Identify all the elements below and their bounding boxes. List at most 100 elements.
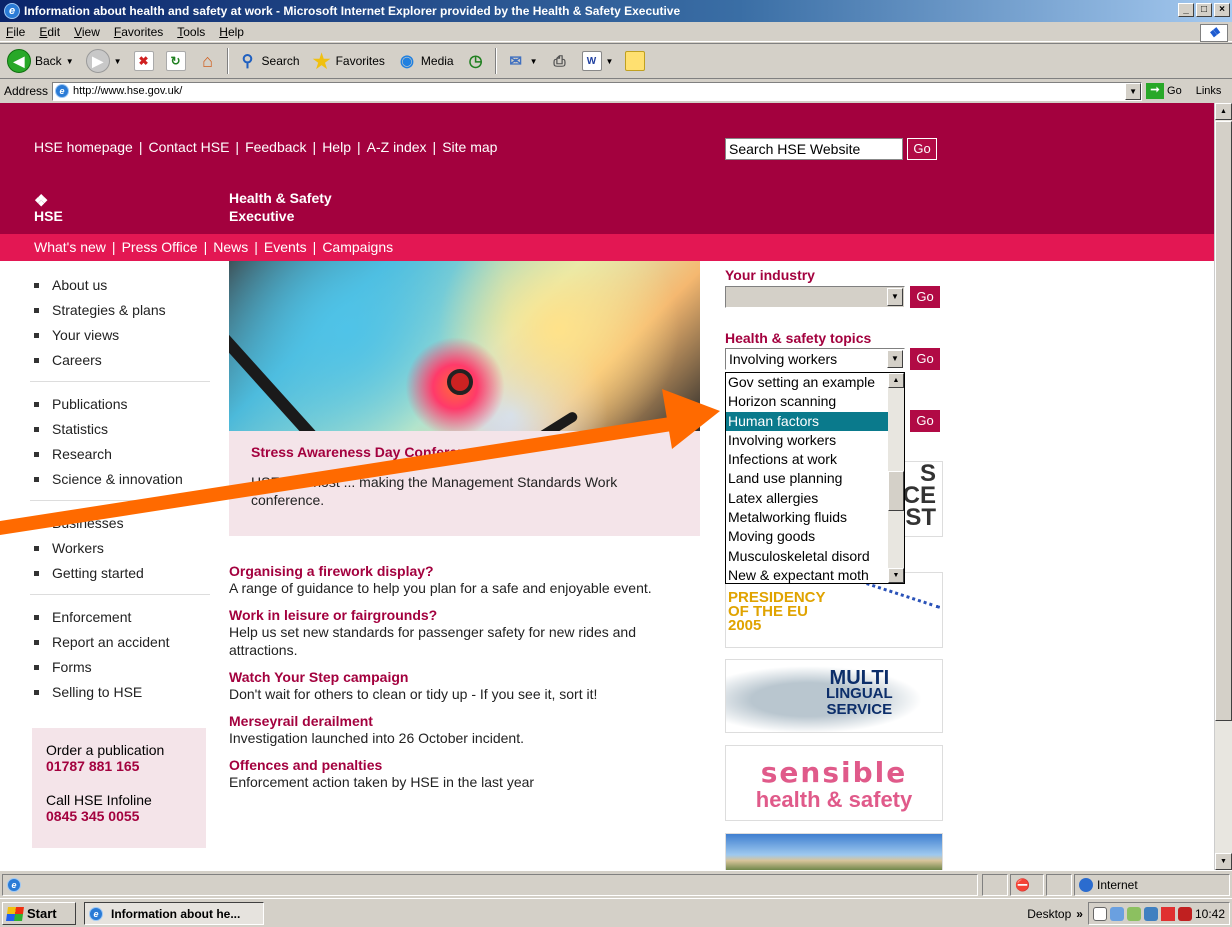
scroll-thumb[interactable] <box>1215 121 1232 721</box>
nav-item[interactable]: Strategies & plans <box>30 298 210 323</box>
forward-button[interactable]: ▶ ▼ <box>83 46 125 76</box>
nav-events[interactable]: Events <box>264 239 307 255</box>
topics-select[interactable]: Involving workers ▼ <box>725 348 905 370</box>
mouse-icon[interactable] <box>1092 906 1107 921</box>
topics-option[interactable]: Land use planning <box>726 469 888 488</box>
toolbar-chevron-icon[interactable]: » <box>1076 907 1083 921</box>
home-button[interactable]: ⌂ <box>195 46 221 76</box>
banner-multilingual[interactable]: MULTI LINGUAL SERVICE <box>725 659 943 733</box>
nav-item[interactable]: Careers <box>30 348 210 373</box>
industry-dropdown-icon[interactable]: ▼ <box>887 288 903 306</box>
scroll-up-icon[interactable]: ▲ <box>888 373 904 388</box>
network-icon[interactable] <box>1109 906 1124 921</box>
start-button[interactable]: Start <box>2 902 76 925</box>
feature-title[interactable]: Stress Awareness Day Conference <box>251 444 678 460</box>
topics-dropdown-icon[interactable]: ▼ <box>887 350 903 368</box>
link-feedback[interactable]: Feedback <box>245 139 306 155</box>
forward-dropdown-icon[interactable]: ▼ <box>114 57 122 66</box>
menu-edit[interactable]: Edit <box>39 25 60 39</box>
address-go-button[interactable]: ➞ Go <box>1146 83 1182 99</box>
link-contact-hse[interactable]: Contact HSE <box>148 139 229 155</box>
topics-option[interactable]: Musculoskeletal disord <box>726 547 888 566</box>
topics-option[interactable]: Moving goods <box>726 527 888 546</box>
mail-button[interactable]: ✉ ▼ <box>503 46 541 76</box>
address-input[interactable]: e http://www.hse.gov.uk/ ▼ <box>52 81 1143 101</box>
tray-app-icon[interactable] <box>1126 906 1141 921</box>
topics-option[interactable]: Metalworking fluids <box>726 508 888 527</box>
news-title[interactable]: Organising a firework display? <box>229 563 704 579</box>
news-title[interactable]: Offences and penalties <box>229 757 704 773</box>
topics-option[interactable]: Gov setting an example <box>726 373 888 392</box>
industry-select[interactable]: ▼ <box>725 286 905 308</box>
scroll-down-icon[interactable]: ▼ <box>888 568 904 583</box>
nav-item[interactable]: Report an accident <box>30 630 210 655</box>
topics-option[interactable]: Latex allergies <box>726 489 888 508</box>
nav-campaigns[interactable]: Campaigns <box>322 239 393 255</box>
topics-go-button[interactable]: Go <box>910 348 940 370</box>
edit-dropdown-icon[interactable]: ▼ <box>606 57 614 66</box>
site-search-go-button[interactable]: Go <box>907 138 937 160</box>
hse-logo[interactable]: ❖ HSE <box>34 194 63 224</box>
nav-item[interactable]: Workers <box>30 536 210 561</box>
menu-file[interactable]: File <box>6 25 25 39</box>
refresh-button[interactable]: ↻ <box>163 46 189 76</box>
hero-clock-image[interactable] <box>229 261 700 431</box>
banner-landscape-image[interactable] <box>725 833 943 870</box>
industry-go-button[interactable]: Go <box>910 286 940 308</box>
nav-item[interactable]: Research <box>30 442 210 467</box>
menu-tools[interactable]: Tools <box>177 25 205 39</box>
nav-item[interactable]: Your views <box>30 323 210 348</box>
stop-button[interactable]: ✖ <box>131 46 157 76</box>
minimize-button[interactable]: _ <box>1178 3 1194 17</box>
link-az-index[interactable]: A-Z index <box>367 139 427 155</box>
nav-whats-new[interactable]: What's new <box>34 239 106 255</box>
topics-option[interactable]: Human factors <box>726 411 888 431</box>
connection-icon[interactable] <box>1143 906 1158 921</box>
maximize-button[interactable]: □ <box>1196 3 1212 17</box>
nav-item[interactable]: Publications <box>30 392 210 417</box>
note-button[interactable] <box>622 46 648 76</box>
antivirus-icon[interactable] <box>1177 906 1192 921</box>
nav-news[interactable]: News <box>213 239 248 255</box>
close-button[interactable]: × <box>1214 3 1230 17</box>
nav-item[interactable]: Businesses <box>30 511 210 536</box>
history-button[interactable]: ◷ <box>463 46 489 76</box>
menu-help[interactable]: Help <box>219 25 244 39</box>
nav-item[interactable]: Getting started <box>30 561 210 586</box>
news-title[interactable]: Work in leisure or fairgrounds? <box>229 607 704 623</box>
nav-press-office[interactable]: Press Office <box>122 239 198 255</box>
search-button[interactable]: ⚲ Search <box>235 46 303 76</box>
news-title[interactable]: Merseyrail derailment <box>229 713 704 729</box>
topics-option[interactable]: Infections at work <box>726 450 888 469</box>
banner-sensible-health[interactable]: sensible health & safety <box>725 745 943 821</box>
site-search-input[interactable]: Search HSE Website <box>725 138 903 160</box>
nav-item[interactable]: About us <box>30 273 210 298</box>
back-dropdown-icon[interactable]: ▼ <box>66 57 74 66</box>
topics-option[interactable]: Involving workers <box>726 431 888 450</box>
links-button[interactable]: Links <box>1196 85 1222 97</box>
news-title[interactable]: Watch Your Step campaign <box>229 669 704 685</box>
nav-item[interactable]: Enforcement <box>30 605 210 630</box>
adobe-icon[interactable] <box>1160 906 1175 921</box>
menu-favorites[interactable]: Favorites <box>114 25 163 39</box>
scroll-up-icon[interactable]: ▲ <box>1215 103 1232 120</box>
link-site-map[interactable]: Site map <box>442 139 497 155</box>
third-go-button[interactable]: Go <box>910 410 940 432</box>
address-dropdown-icon[interactable]: ▼ <box>1125 82 1142 100</box>
scroll-thumb[interactable] <box>888 471 904 511</box>
mail-dropdown-icon[interactable]: ▼ <box>530 57 538 66</box>
nav-item[interactable]: Statistics <box>30 417 210 442</box>
desktop-toolbar[interactable]: Desktop <box>1027 907 1071 921</box>
edit-button[interactable]: W ▼ <box>579 46 617 76</box>
nav-item[interactable]: Science & innovation <box>30 467 210 492</box>
topics-option[interactable]: Horizon scanning <box>726 392 888 411</box>
menu-view[interactable]: View <box>74 25 100 39</box>
page-scrollbar[interactable]: ▲ ▼ <box>1214 103 1232 870</box>
link-hse-homepage[interactable]: HSE homepage <box>34 139 133 155</box>
media-button[interactable]: ◉ Media <box>394 46 457 76</box>
nav-item[interactable]: Forms <box>30 655 210 680</box>
taskbar-window-button[interactable]: e Information about he... <box>84 902 264 925</box>
back-button[interactable]: ◀ Back ▼ <box>4 46 77 76</box>
topics-dropdown-list[interactable]: Gov setting an example Horizon scanning Hu… <box>725 372 905 584</box>
topics-option[interactable]: New & expectant moth <box>726 566 888 583</box>
